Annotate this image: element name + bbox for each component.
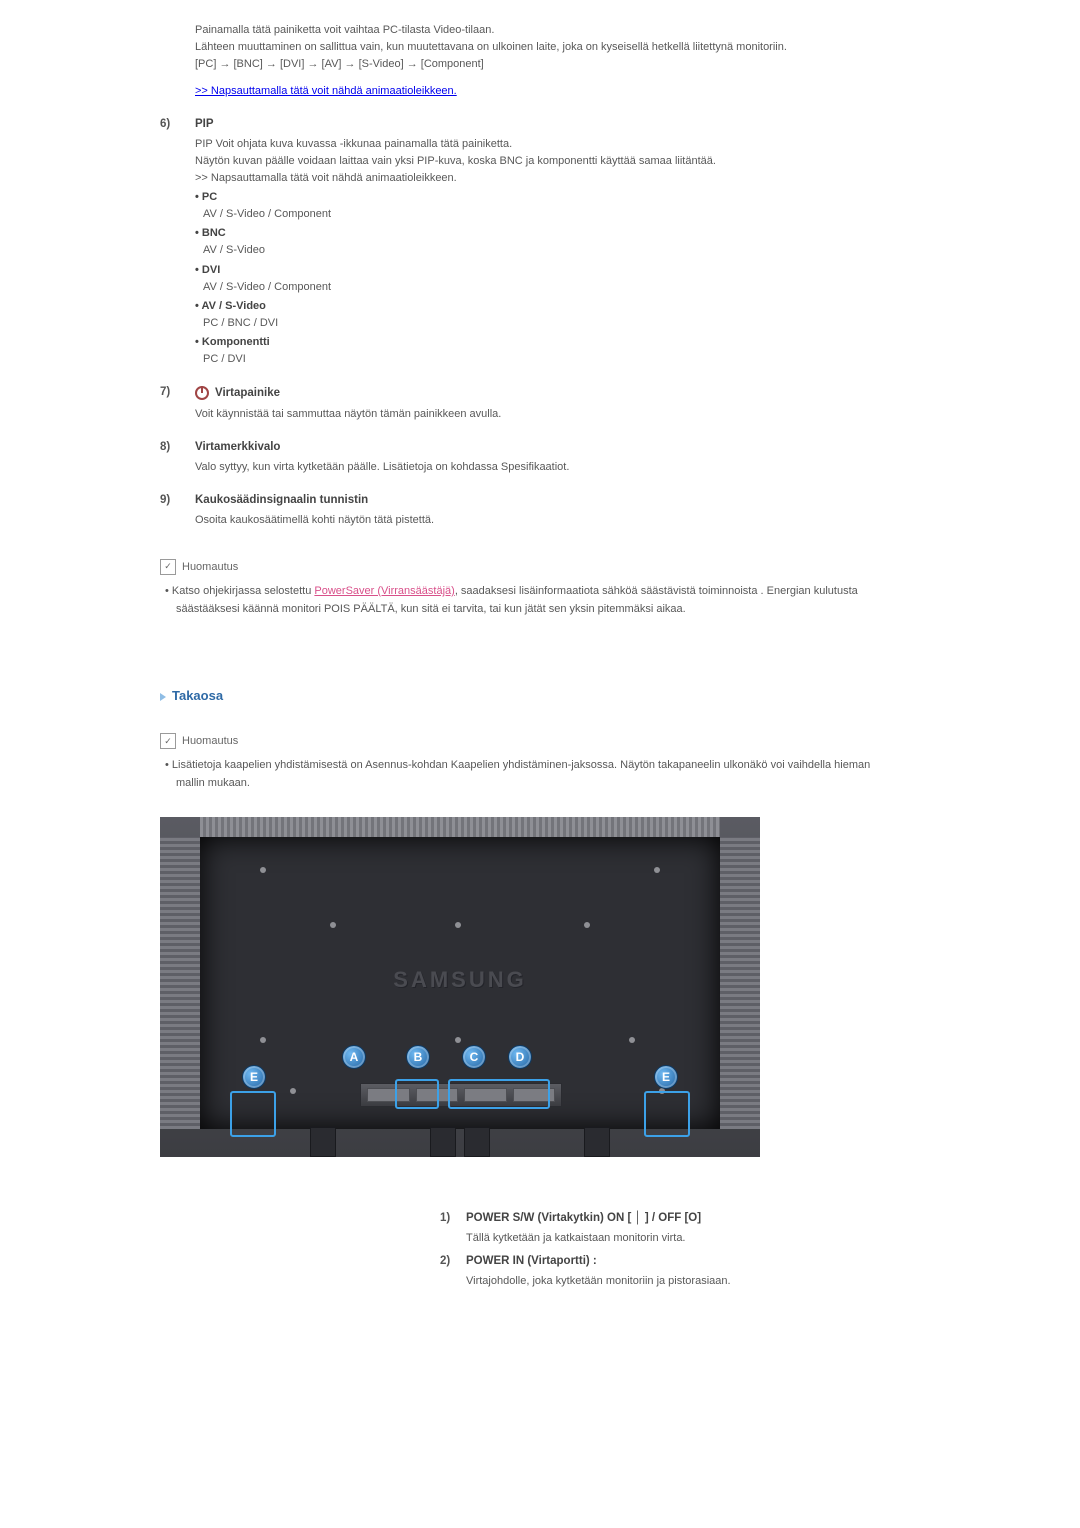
note-header-1: ✓Huomautus <box>160 559 880 575</box>
screw-icon <box>455 1037 461 1043</box>
screw-icon <box>455 922 461 928</box>
back-item-2-title: POWER IN (Virtaportti) : <box>466 1255 597 1267</box>
section-6-title: PIP <box>195 118 214 130</box>
mode-name: AV / S-Video <box>202 300 266 312</box>
s6-modes: • PC AV / S-Video / Component • BNC AV /… <box>195 189 880 367</box>
triangle-icon <box>160 693 166 701</box>
mode-name: DVI <box>202 264 220 276</box>
s6-p1: PIP Voit ohjata kuva kuvassa -ikkunaa pa… <box>195 136 880 153</box>
intro-line-2: Lähteen muuttaminen on sallittua vain, k… <box>195 39 880 56</box>
mode-name: PC <box>202 191 217 203</box>
mode-opts: PC / DVI <box>203 351 880 368</box>
section-7-number: 7) <box>160 386 195 400</box>
back-item-1: 1) POWER S/W (Virtakytkin) ON [ │ ] / OF… <box>440 1212 880 1224</box>
screw-icon <box>290 1088 296 1094</box>
rear-view-diagram: SAMSUNG A B <box>160 817 760 1157</box>
section-7: 7) Virtapainike <box>160 386 880 400</box>
foot-icon <box>584 1127 610 1157</box>
section-9-number: 9) <box>160 494 195 506</box>
note-1-body: Katso ohjekirjassa selostettu PowerSaver… <box>176 583 880 618</box>
section-6: 6) PIP <box>160 118 880 130</box>
screw-icon <box>584 922 590 928</box>
back-item-1-title: POWER S/W (Virtakytkin) ON [ │ ] / OFF [… <box>466 1212 701 1224</box>
section-9: 9) Kaukosäädinsignaalin tunnistin <box>160 494 880 506</box>
intro-sequence: [PC] → [BNC] → [DVI] → [AV] → [S-Video] … <box>195 56 880 73</box>
screw-icon <box>330 922 336 928</box>
screw-icon <box>629 1037 635 1043</box>
callout-right <box>644 1091 690 1137</box>
s6-p2: Näytön kuvan päälle voidaan laittaa vain… <box>195 153 880 170</box>
callout-b <box>395 1079 439 1109</box>
section-6-number: 6) <box>160 118 195 130</box>
screw-icon <box>654 867 660 873</box>
power-icon <box>195 386 209 400</box>
s9-body: Osoita kaukosäätimellä kohti näytön tätä… <box>195 512 880 529</box>
back-item-2-num: 2) <box>440 1255 466 1267</box>
foot-icon <box>464 1127 490 1157</box>
trim-right <box>720 837 760 1129</box>
mode-name: Komponentti <box>202 336 270 348</box>
intro-line-1: Painamalla tätä painiketta voit vaihtaa … <box>195 22 880 39</box>
brand-label: SAMSUNG <box>200 967 720 993</box>
note-icon: ✓ <box>160 559 176 575</box>
section-7-title: Virtapainike <box>195 386 280 400</box>
callout-left <box>230 1091 276 1137</box>
screw-icon <box>260 867 266 873</box>
mode-opts: PC / BNC / DVI <box>203 315 880 332</box>
callout-c-d <box>448 1079 550 1109</box>
section-8: 8) Virtamerkkivalo <box>160 441 880 453</box>
back-items: 1) POWER S/W (Virtakytkin) ON [ │ ] / OF… <box>440 1212 880 1290</box>
section-9-title: Kaukosäädinsignaalin tunnistin <box>195 494 368 506</box>
powersaver-link[interactable]: PowerSaver (Virransäästäjä) <box>314 585 454 597</box>
foot-icon <box>430 1127 456 1157</box>
s6-p3[interactable]: >> Napsauttamalla tätä voit nähdä animaa… <box>195 170 880 187</box>
mode-opts: AV / S-Video <box>203 242 880 259</box>
section-8-title: Virtamerkkivalo <box>195 441 280 453</box>
takaosa-heading: Takaosa <box>160 688 880 703</box>
s7-body: Voit käynnistää tai sammuttaa näytön täm… <box>195 406 880 423</box>
trim-left <box>160 837 200 1129</box>
mode-opts: AV / S-Video / Component <box>203 206 880 223</box>
s8-body: Valo syttyy, kun virta kytketään päälle.… <box>195 459 880 476</box>
note-2-body: Lisätietoja kaapelien yhdistämisestä on … <box>176 757 880 792</box>
foot-icon <box>310 1127 336 1157</box>
back-item-1-num: 1) <box>440 1212 466 1224</box>
back-item-2-body: Virtajohdolle, joka kytketään monitoriin… <box>466 1273 880 1290</box>
mode-opts: AV / S-Video / Component <box>203 279 880 296</box>
back-item-2: 2) POWER IN (Virtaportti) : <box>440 1255 880 1267</box>
animation-link-top[interactable]: >> Napsauttamalla tätä voit nähdä animaa… <box>195 83 880 100</box>
screw-icon <box>260 1037 266 1043</box>
trim-top <box>200 817 720 837</box>
note-icon: ✓ <box>160 733 176 749</box>
section-8-number: 8) <box>160 441 195 453</box>
back-item-1-body: Tällä kytketään ja katkaistaan monitorin… <box>466 1230 880 1247</box>
mode-name: BNC <box>202 227 226 239</box>
note-header-2: ✓Huomautus <box>160 733 880 749</box>
